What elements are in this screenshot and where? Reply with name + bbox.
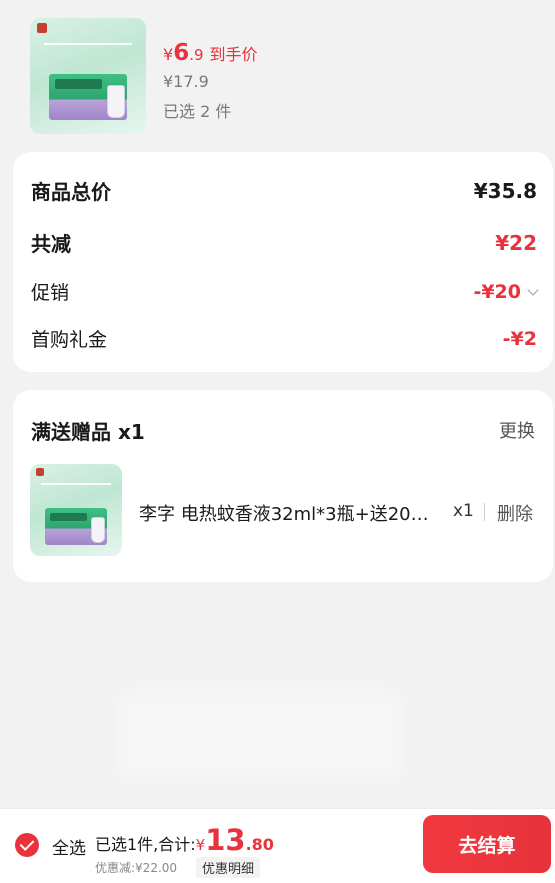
price-summary-card: 商品总价 ¥35.8 共减 ¥22 促销 -¥20 首购礼金 -¥2 [13, 152, 553, 372]
gift-thumbnail[interactable] [30, 464, 122, 556]
price-decimal: .9 [189, 46, 204, 64]
product-bottle-image [106, 85, 126, 118]
total-label: 已选1件,合计: [95, 835, 196, 854]
gift-title: 满送赠品 x1 [31, 420, 145, 444]
divider [484, 503, 485, 521]
product-top: ¥6.9 到手价 ¥17.9 已选 2 件 [0, 0, 555, 142]
original-price: ¥17.9 [163, 72, 209, 91]
bottom-checkout-bar: 全选 已选1件,合计:¥13.80 优惠减:¥22.00 优惠明细 去结算 [0, 808, 555, 883]
select-all-label[interactable]: 全选 [52, 834, 86, 859]
final-price: ¥6.9 到手价 [163, 40, 258, 66]
price-integer: 6 [173, 40, 190, 66]
selected-count: 已选 2 件 [163, 102, 232, 121]
promo-row[interactable]: 促销 -¥20 [31, 278, 539, 305]
promo-value: -¥20 [473, 280, 521, 303]
price-yen: ¥ [163, 45, 174, 64]
discount-detail-button[interactable]: 优惠明细 [196, 857, 261, 878]
first-buy-label: 首购礼金 [31, 329, 108, 351]
first-buy-row: 首购礼金 -¥2 [31, 325, 537, 352]
brand-logo-icon [36, 22, 48, 34]
reduce-row: 共减 ¥22 [31, 228, 537, 257]
reduce-label: 共减 [31, 232, 71, 256]
reduce-value: ¥22 [495, 230, 537, 255]
brand-logo-icon [35, 467, 44, 476]
discount-text: 优惠减:¥22.00 [95, 861, 178, 875]
first-buy-value: -¥2 [502, 327, 537, 350]
total-row: 商品总价 ¥35.8 [31, 176, 537, 205]
delete-gift-button[interactable]: 删除 [497, 500, 533, 526]
total-amount: 已选1件,合计:¥13.80 [95, 823, 274, 857]
product-bottle-image [90, 517, 106, 544]
total-decimal: .80 [245, 835, 274, 854]
select-all-checkbox[interactable] [15, 833, 39, 857]
total-value: ¥35.8 [473, 178, 537, 203]
product-thumbnail[interactable] [30, 18, 146, 134]
promo-label: 促销 [31, 282, 70, 304]
total-label: 商品总价 [31, 180, 111, 204]
gift-name[interactable]: 李字 电热蚊香液32ml*3瓶+送20… [139, 500, 445, 526]
decorative-line [41, 477, 111, 486]
promo-value-wrap: -¥20 [473, 280, 539, 303]
checkout-button[interactable]: 去结算 [423, 815, 551, 873]
blurred-area [120, 690, 400, 780]
gift-card: 满送赠品 x1 更换 李字 电热蚊香液32ml*3瓶+送20… x1 删除 [13, 390, 553, 582]
chevron-down-icon[interactable] [527, 283, 539, 296]
price-tag: 到手价 [209, 45, 258, 64]
total-integer: 13 [205, 823, 246, 857]
gift-quantity: x1 [453, 501, 474, 521]
change-gift-button[interactable]: 更换 [499, 417, 535, 443]
total-yen: ¥ [195, 836, 206, 854]
decorative-line [43, 34, 133, 45]
